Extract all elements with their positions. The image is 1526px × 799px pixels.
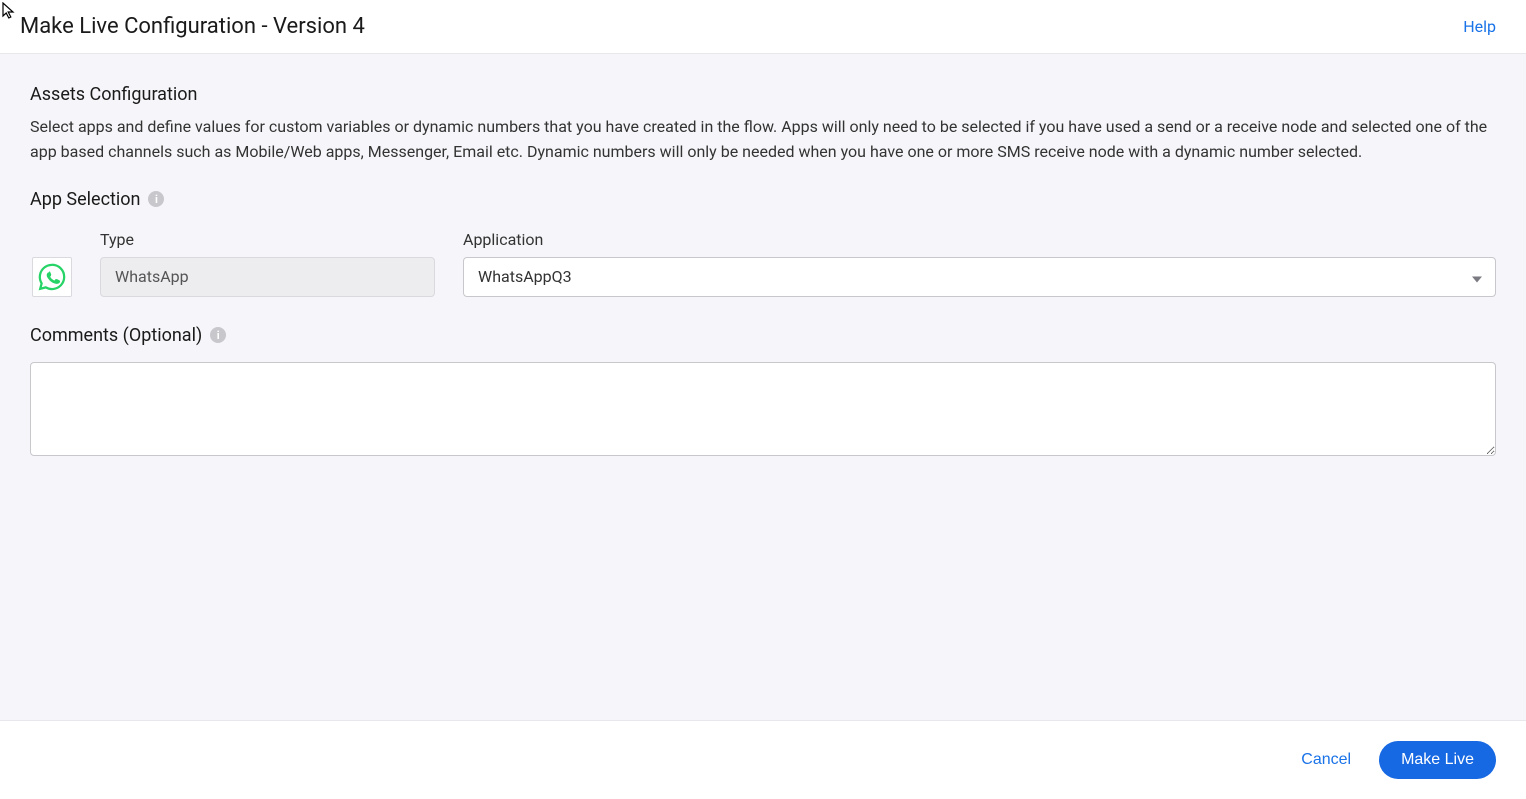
dialog-footer: Cancel Make Live <box>0 720 1526 799</box>
info-icon[interactable]: i <box>148 191 164 207</box>
application-field-group: Application WhatsAppQ3 <box>463 230 1496 297</box>
info-icon[interactable]: i <box>210 327 226 343</box>
application-value: WhatsAppQ3 <box>478 267 572 286</box>
type-field: WhatsApp <box>100 257 435 297</box>
comments-textarea[interactable] <box>30 362 1496 456</box>
assets-config-description: Select apps and define values for custom… <box>30 115 1496 165</box>
type-field-group: Type WhatsApp <box>100 230 435 297</box>
cancel-button[interactable]: Cancel <box>1295 743 1357 777</box>
type-label: Type <box>100 230 435 249</box>
dialog-content: Assets Configuration Select apps and def… <box>0 54 1526 720</box>
application-select[interactable]: WhatsAppQ3 <box>463 257 1496 297</box>
dialog-header: Make Live Configuration - Version 4 Help <box>0 0 1526 54</box>
make-live-button[interactable]: Make Live <box>1379 741 1496 779</box>
help-link[interactable]: Help <box>1463 17 1496 36</box>
comments-label-text: Comments (Optional) <box>30 325 202 346</box>
assets-config-title: Assets Configuration <box>30 84 1496 105</box>
app-selection-label: App Selection i <box>30 189 1496 210</box>
dialog-title: Make Live Configuration - Version 4 <box>20 14 365 39</box>
application-label: Application <box>463 230 1496 249</box>
app-selection-label-text: App Selection <box>30 189 140 210</box>
comments-label: Comments (Optional) i <box>30 325 1496 346</box>
type-value: WhatsApp <box>115 267 189 286</box>
whatsapp-icon <box>32 257 72 297</box>
app-selection-row: Type WhatsApp Application WhatsAppQ3 <box>30 230 1496 297</box>
